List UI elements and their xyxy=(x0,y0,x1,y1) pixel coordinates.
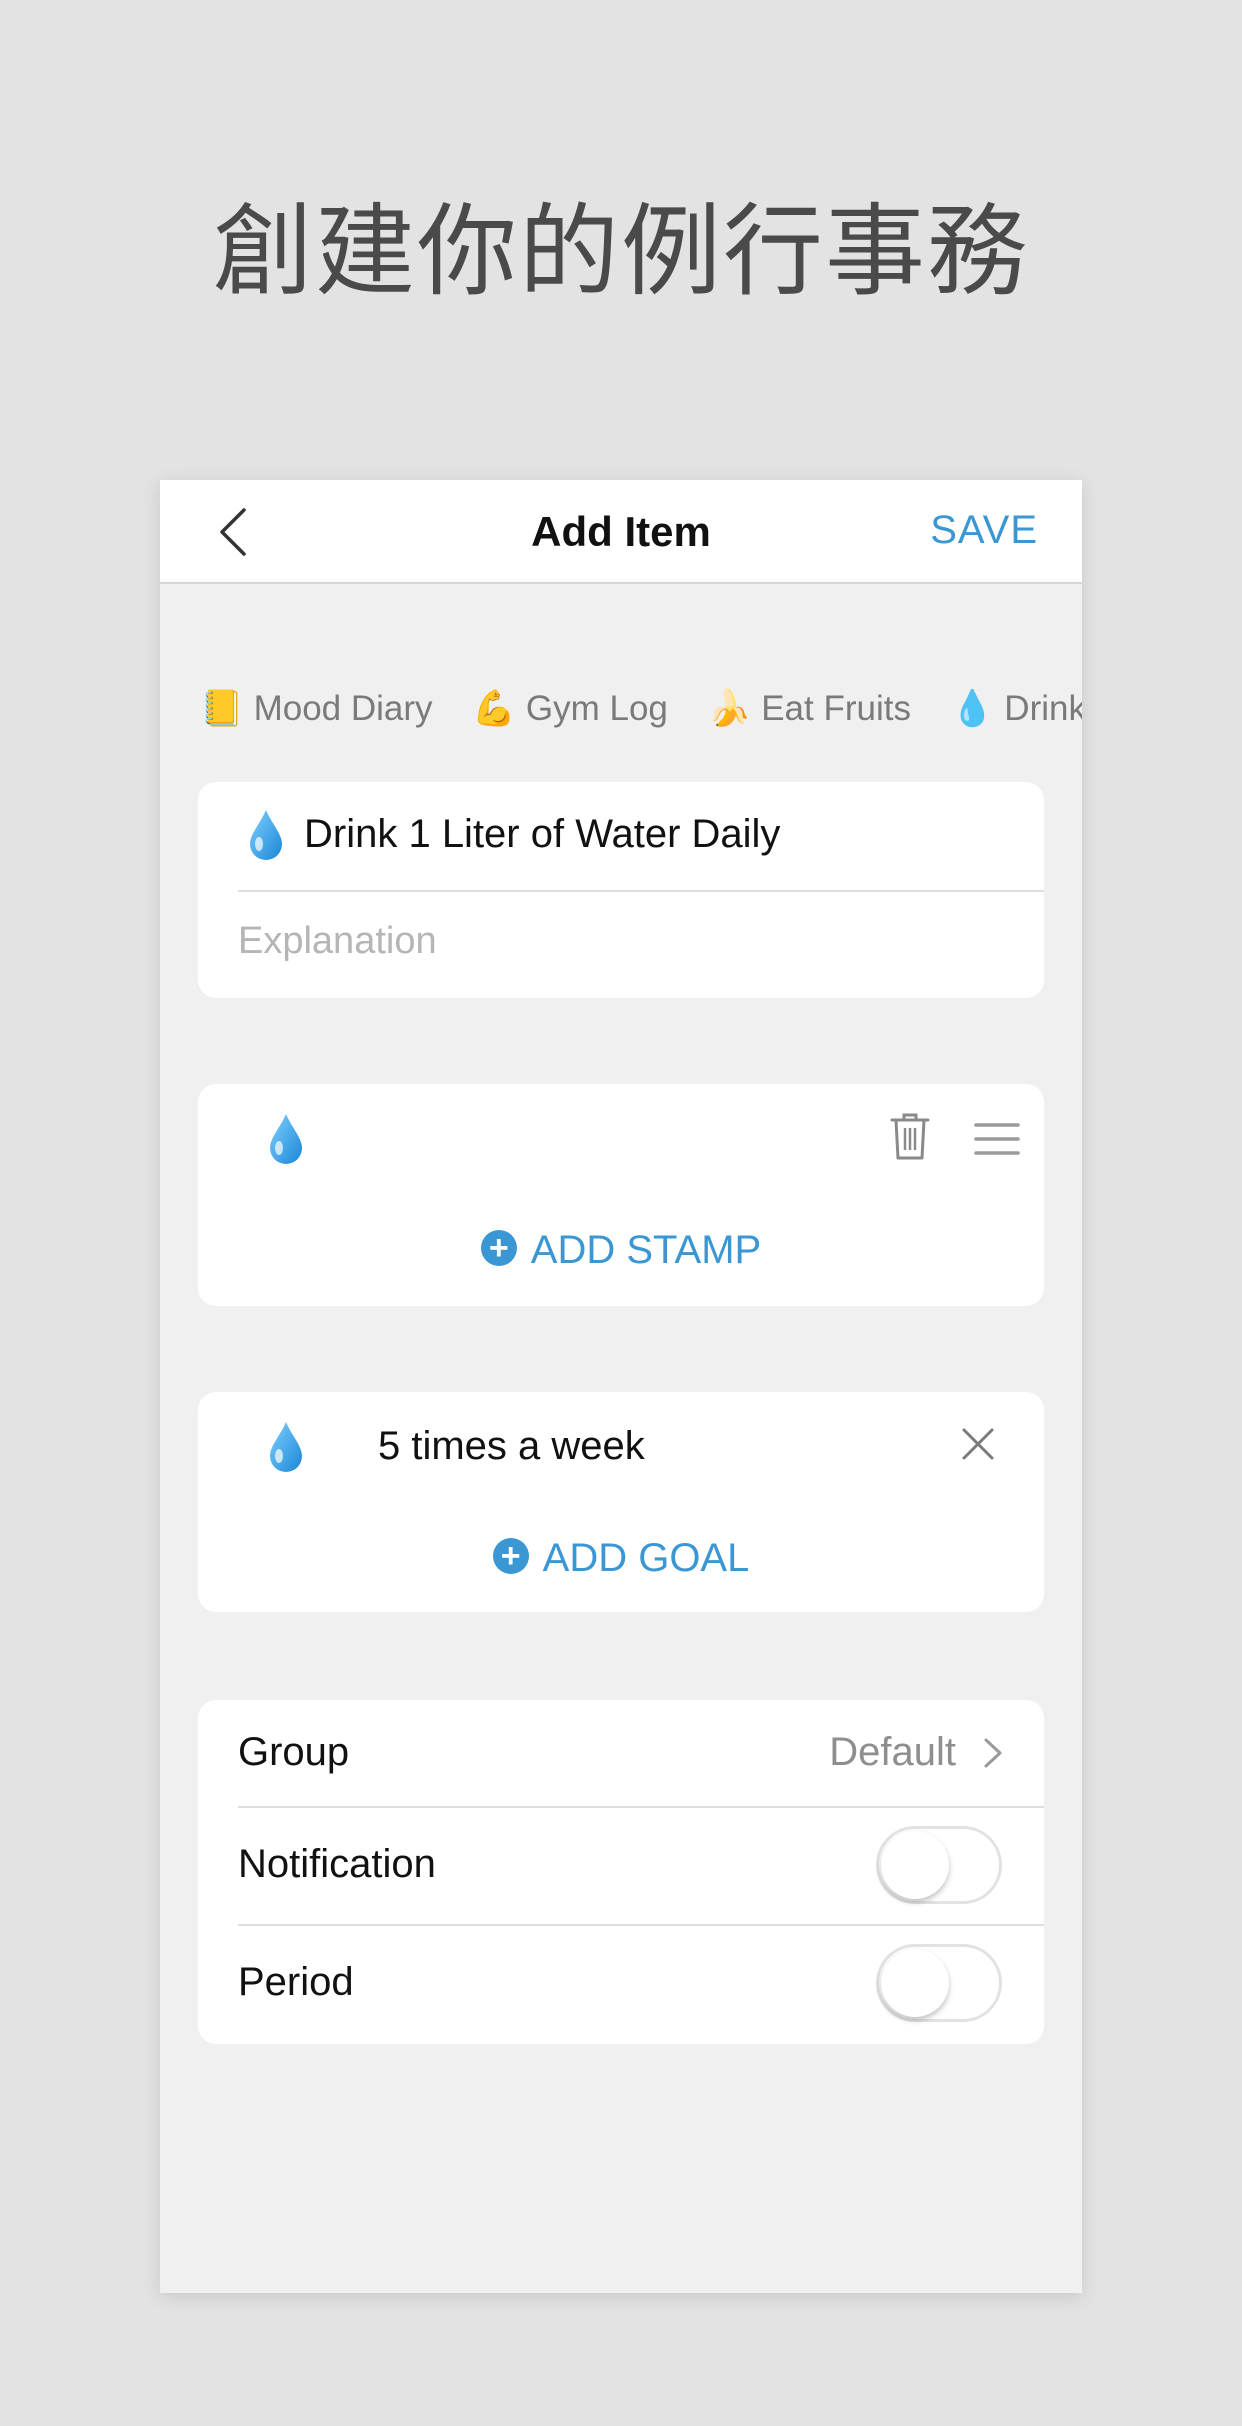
close-icon[interactable] xyxy=(960,1426,996,1462)
trash-icon[interactable] xyxy=(888,1110,932,1162)
plus-circle-icon: + xyxy=(492,1538,529,1574)
nav-bar: Add Item SAVE xyxy=(160,480,1082,584)
group-row[interactable]: Group Default xyxy=(198,1700,1044,1806)
chevron-right-icon xyxy=(984,1738,1002,1768)
template-chip[interactable]: 🍌 Eat Fruits xyxy=(708,688,911,729)
add-stamp-label: ADD STAMP xyxy=(530,1228,762,1272)
template-label: Mood Diary xyxy=(253,689,433,728)
headline: 創建你的例行事務 xyxy=(213,193,1029,310)
goal-card: 5 times a week + ADD GOAL xyxy=(198,1392,1044,1612)
flexed-biceps-icon: 💪 xyxy=(472,689,516,728)
period-label: Period xyxy=(238,1960,354,2004)
item-name-row[interactable]: Drink 1 Liter of Water Daily xyxy=(198,782,1044,890)
add-goal-label: ADD GOAL xyxy=(542,1536,750,1580)
notification-toggle[interactable] xyxy=(876,1826,1002,1904)
toggle-knob xyxy=(881,1949,949,2017)
goal-text[interactable]: 5 times a week xyxy=(378,1424,645,1469)
template-chip[interactable]: 💧Drink 1 xyxy=(951,688,1082,729)
droplet-icon[interactable] xyxy=(246,808,286,862)
droplet-icon[interactable] xyxy=(266,1110,306,1168)
template-chips: 📒 Mood Diary 💪 Gym Log 🍌 Eat Fruits 💧 Drink … xyxy=(200,688,1082,748)
group-value: Default xyxy=(829,1730,956,1774)
notification-label: Notification xyxy=(238,1842,436,1886)
notebook-icon: 📒 xyxy=(200,689,244,728)
settings-card: Group Default Notification Period xyxy=(198,1700,1044,2044)
period-toggle[interactable] xyxy=(876,1944,1002,2022)
template-label: Drink 1 xyxy=(1004,689,1082,728)
toggle-knob xyxy=(881,1831,949,1899)
plus-circle-icon: + xyxy=(480,1230,517,1266)
phone-screen: Add Item SAVE 📒 Mood Diary 💪 Gym Log 🍌 Eat … xyxy=(160,480,1082,2293)
group-label: Group xyxy=(238,1730,350,1774)
item-name-input[interactable]: Drink 1 Liter of Water Daily xyxy=(304,812,780,857)
template-chip[interactable]: 📒 Mood Diary xyxy=(200,688,433,729)
banana-icon: 🍌 xyxy=(707,689,752,728)
droplet-icon xyxy=(270,1422,302,1472)
template-chip[interactable]: 💪 Gym Log xyxy=(472,688,668,729)
item-name-card: Drink 1 Liter of Water Daily Explanation xyxy=(198,782,1044,998)
droplet-icon: 💧 xyxy=(950,689,995,728)
reorder-handle-icon[interactable] xyxy=(974,1122,1020,1156)
stamp-card: + ADD STAMP xyxy=(198,1084,1044,1306)
add-goal-button[interactable]: + ADD GOAL xyxy=(198,1536,1044,1581)
explanation-field[interactable]: Explanation xyxy=(238,920,437,963)
notification-row: Notification xyxy=(198,1808,1044,1924)
period-row: Period xyxy=(198,1926,1044,2044)
save-button[interactable]: SAVE xyxy=(930,508,1038,553)
divider xyxy=(238,890,1044,892)
add-stamp-button[interactable]: + ADD STAMP xyxy=(198,1228,1044,1273)
template-label: Eat Fruits xyxy=(761,689,911,728)
template-label: Gym Log xyxy=(525,689,668,728)
